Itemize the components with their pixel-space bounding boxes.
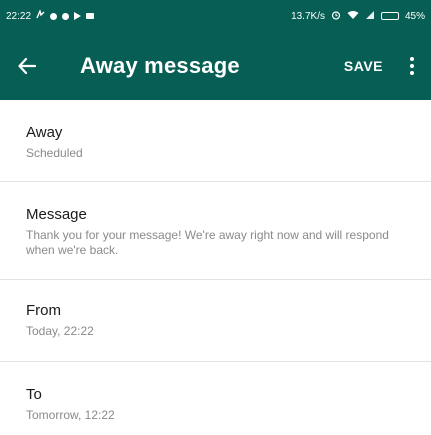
page-title: Away message: [80, 53, 240, 78]
chrome-icon: [62, 12, 70, 20]
app-notification-icon: [50, 12, 58, 20]
away-label: Away: [26, 124, 63, 141]
arrow-back-icon: [18, 57, 36, 75]
back-button[interactable]: [18, 57, 58, 75]
away-setting[interactable]: Away Scheduled: [0, 100, 431, 182]
wifi-icon: [347, 10, 359, 23]
message-icon: [86, 13, 95, 19]
from-setting[interactable]: From Today, 22:22: [0, 280, 431, 362]
to-label: To: [26, 386, 42, 403]
notification-icon: [36, 8, 45, 22]
signal-icon: [365, 10, 375, 23]
network-speed: 13.7K/s: [291, 10, 325, 22]
from-value: Today, 22:22: [26, 324, 94, 338]
to-setting[interactable]: To Tomorrow, 12:22: [0, 362, 431, 435]
play-store-icon: [74, 12, 82, 20]
battery-icon: [380, 12, 399, 20]
alarm-icon: [331, 10, 341, 23]
message-value: Thank you for your message! We're away r…: [26, 228, 389, 257]
to-value: Tomorrow, 12:22: [26, 408, 115, 422]
battery-percent: 45%: [404, 10, 425, 22]
status-time: 22:22: [6, 10, 32, 22]
message-label: Message: [26, 206, 87, 223]
settings-list: Away Scheduled Message Thank you for you…: [0, 100, 431, 435]
app-bar: Away message SAVE: [0, 32, 431, 100]
away-value: Scheduled: [26, 146, 83, 160]
from-label: From: [26, 302, 61, 319]
save-button[interactable]: SAVE: [344, 58, 383, 74]
status-bar: 22:22 13.7K/s 45%: [0, 0, 431, 32]
more-options-icon[interactable]: [409, 57, 415, 75]
message-setting[interactable]: Message Thank you for your message! We'r…: [0, 182, 431, 280]
